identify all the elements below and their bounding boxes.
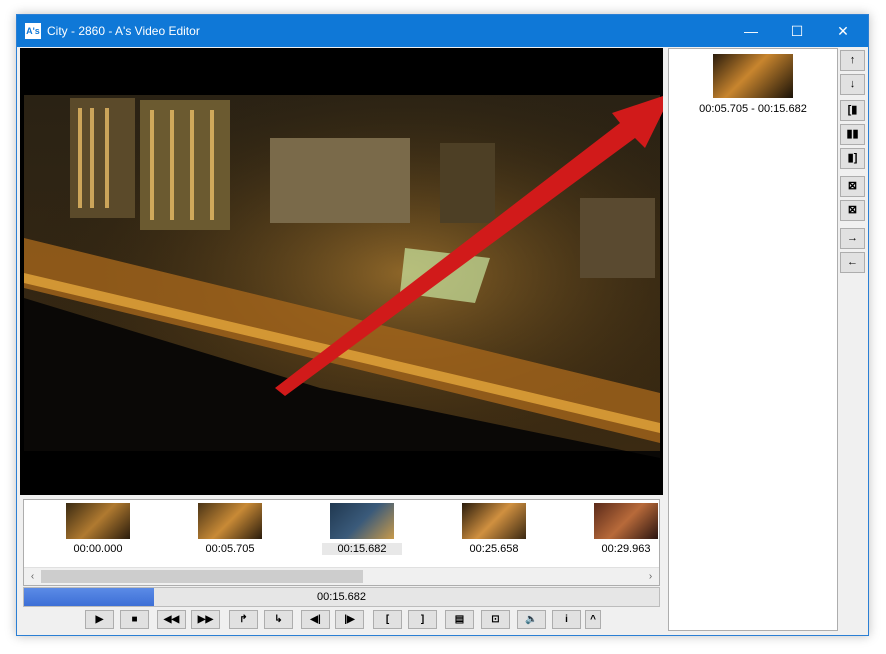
thumbnail-time: 00:29.963: [601, 543, 651, 555]
thumbnail-item[interactable]: 00:25.658: [454, 503, 534, 555]
thumbnail-item[interactable]: 00:00.000: [58, 503, 138, 555]
jump-start-button[interactable]: ↱: [229, 610, 258, 629]
prev-frame-button[interactable]: ◀|: [301, 610, 330, 629]
clip-list[interactable]: 00:05.705 - 00:15.682: [668, 48, 838, 631]
export-button[interactable]: →: [840, 228, 865, 249]
thumbnail-time: 00:15.682: [322, 543, 402, 555]
move-up-button[interactable]: ↑: [840, 50, 865, 71]
maximize-button[interactable]: ☐: [774, 15, 820, 47]
split-left-button[interactable]: [▮: [840, 100, 865, 121]
playback-controls: ▶ ■ ◀◀ ▶▶ ↱ ↳ ◀| |▶ [ ] ▤ ⊡ 🔈 i ^: [85, 610, 605, 630]
thumbnail-image: [66, 503, 130, 539]
thumbnail-time: 00:25.658: [469, 543, 519, 555]
fast-forward-button[interactable]: ▶▶: [191, 610, 220, 629]
window-title: City - 2860 - A's Video Editor: [47, 24, 200, 38]
play-button[interactable]: ▶: [85, 610, 114, 629]
scroll-right-icon[interactable]: ›: [642, 568, 659, 585]
thumbnail-item[interactable]: 00:29.963: [586, 503, 666, 555]
mark-in-button[interactable]: [: [373, 610, 402, 629]
jump-end-button[interactable]: ↳: [264, 610, 293, 629]
thumbnail-image: [198, 503, 262, 539]
fit-frame-button[interactable]: ⊡: [481, 610, 510, 629]
mark-out-button[interactable]: ]: [408, 610, 437, 629]
clip-range: 00:05.705 - 00:15.682: [699, 103, 807, 115]
thumbnail-image: [462, 503, 526, 539]
import-button[interactable]: ←: [840, 252, 865, 273]
playback-progress[interactable]: 00:15.682: [23, 587, 660, 607]
volume-button[interactable]: 🔈: [517, 610, 546, 629]
thumbnail-image: [594, 503, 658, 539]
remove-clip-button[interactable]: ⊠: [840, 176, 865, 197]
remove-all-button[interactable]: ⊠: [840, 200, 865, 221]
thumbnail-image: [330, 503, 394, 539]
clip-item[interactable]: 00:05.705 - 00:15.682: [689, 54, 817, 115]
scrollbar-thumb[interactable]: [41, 570, 363, 583]
video-preview[interactable]: [20, 48, 663, 495]
thumbnail-item[interactable]: 00:15.682: [322, 503, 402, 555]
current-time: 00:15.682: [317, 591, 366, 603]
split-button[interactable]: ▮▮: [840, 124, 865, 145]
timeline-scrollbar[interactable]: ‹ ›: [24, 567, 659, 585]
app-icon: A's: [25, 23, 41, 39]
stop-button[interactable]: ■: [120, 610, 149, 629]
title-bar: A's City - 2860 - A's Video Editor — ☐ ✕: [17, 15, 868, 47]
thumbnail-time: 00:00.000: [73, 543, 123, 555]
minimize-button[interactable]: —: [728, 15, 774, 47]
timeline-thumbnails[interactable]: 00:00.000 00:05.705 00:15.682 00:25.658 …: [23, 499, 660, 586]
filmstrip-button[interactable]: ▤: [445, 610, 474, 629]
video-frame-image: [20, 48, 663, 495]
split-right-button[interactable]: ▮]: [840, 148, 865, 169]
thumbnail-time: 00:05.705: [205, 543, 255, 555]
app-window: A's City - 2860 - A's Video Editor — ☐ ✕: [16, 14, 869, 636]
info-button[interactable]: i: [552, 610, 581, 629]
thumbnail-item[interactable]: 00:05.705: [190, 503, 270, 555]
close-button[interactable]: ✕: [820, 15, 866, 47]
move-down-button[interactable]: ↓: [840, 74, 865, 95]
rewind-button[interactable]: ◀◀: [157, 610, 186, 629]
clip-thumbnail: [713, 54, 793, 98]
scroll-left-icon[interactable]: ‹: [24, 568, 41, 585]
next-frame-button[interactable]: |▶: [335, 610, 364, 629]
collapse-button[interactable]: ^: [585, 610, 601, 629]
